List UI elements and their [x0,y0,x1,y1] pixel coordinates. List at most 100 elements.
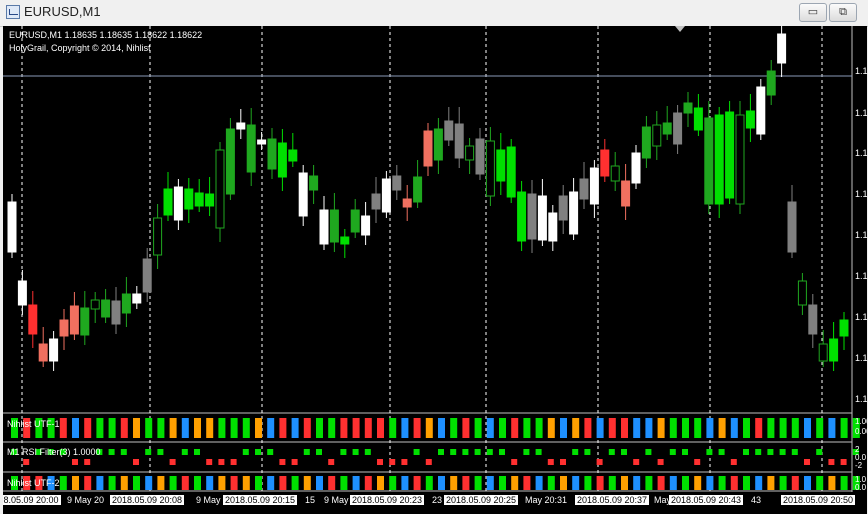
utf1-bar [133,418,140,438]
rsi-dot [133,459,139,465]
utf2-bar [767,476,775,490]
time-label: 2018.05.09 20:25 [444,495,519,505]
time-label: 9 May [196,495,221,505]
candle-body [808,304,818,335]
utf1-bar [584,418,592,438]
candle-body [444,120,454,141]
candle-body [465,145,475,161]
rsi-dot [23,459,30,465]
utf1-bar [572,418,580,438]
utf2-bar [377,476,384,490]
rsi-dot [352,449,359,455]
rsi-dot [682,449,688,455]
rsi-dot [828,459,835,465]
candle-body [38,343,48,362]
rsi-dot [328,459,335,465]
symbol-quote-line: EURUSD,M1 1.18635 1.18635 1.18622 1.1862… [9,30,203,40]
candle-body [756,86,766,135]
rsi-dot [303,449,310,455]
utf2-bar [157,476,165,490]
rsi-dot [657,459,664,465]
rsi-dot [267,449,274,455]
utf2-bar [364,476,372,490]
utf2-bar [560,476,567,490]
candle-body [693,107,703,131]
time-label: 43 [751,495,762,505]
utf2-bar [352,476,360,490]
candle-body [579,178,589,200]
utf1-bar [523,418,531,438]
utf2-bar [328,476,336,490]
utf2-bar [633,476,641,490]
window-title: EURUSD,M1 [24,4,101,19]
chart-area[interactable]: EURUSD,M1 1.18635 1.18635 1.18622 1.1862… [3,26,868,514]
candle-body [839,319,849,337]
utf1-bar [157,418,165,438]
time-axis[interactable]: .8.05.09 20:00 9 May 20 2018.05.09 20:08… [3,492,867,514]
candle-body [725,111,735,199]
candle-body [153,217,163,256]
price-scale[interactable]: 1.1 1.1 1.1 1.1 1.1 1.1 1.1 1.1 1.1 [855,26,867,412]
utf2-bar [730,476,738,490]
utf1-bar [767,418,775,438]
candle-body [589,167,599,205]
utf2-bar [718,476,726,490]
utf1-scale-bottom: 0.00 [855,427,868,436]
utf2-bar [486,476,494,490]
chart-canvas[interactable] [3,26,867,514]
utf1-bar [560,418,567,438]
rsi-dot [706,449,713,455]
candle-body [517,191,527,242]
utf1-bar [486,418,494,438]
time-label: 2018.05.09 20:08 [110,495,185,505]
minimize-button[interactable]: ▭ [799,3,827,22]
candle-body [225,128,235,195]
utf1-indicator-label: Nihlist UTF-1 [7,419,60,429]
time-label: 9 May [324,495,349,505]
candle-body [329,209,339,243]
utf1-bar [218,418,226,438]
rsi-dot [389,459,396,465]
candle-body [621,180,631,207]
utf2-bar [511,476,519,490]
utf1-bar [303,418,311,438]
utf1-bar [389,418,397,438]
candle-body [173,186,183,221]
utf2-bar [645,476,653,490]
rsi-dot [730,459,737,465]
utf2-bar [596,476,604,490]
time-label: May 20:31 [525,495,568,505]
utf1-bar [828,418,836,438]
utf2-bar [340,476,348,490]
utf2-bar [657,476,665,490]
candle-body [381,178,391,213]
utf2-bar [169,476,177,490]
utf2-bar [425,476,433,490]
time-label: 2018.05.09 20:15 [223,495,298,505]
utf2-bar [584,476,592,490]
rsi-dot [194,449,200,455]
title-bar: EURUSD,M1 ▭ ⧉ [0,0,868,27]
time-label: .8.05.09 20:00 [3,495,61,505]
rsi-dot [547,459,554,465]
utf2-bar [133,476,140,490]
candle-body [121,293,131,314]
utf1-scale-top: 1.00 [855,417,868,426]
utf1-bar [145,418,153,438]
utf2-bar [72,476,79,490]
time-label: 2018.05.09 20:37 [575,495,650,505]
candle-body [797,280,807,306]
rsi-dot [669,449,676,455]
shift-marker [675,26,685,32]
rsi-dot [499,449,505,455]
utf1-bar [340,418,348,438]
price-label: 1.1 [855,148,867,158]
candle-body [205,193,215,207]
utf1-bar [499,418,506,438]
rsi-indicator-label: M1 RSI Filter(3) 1.0000 [7,447,101,457]
price-label: 1.1 [855,353,867,363]
price-label: 1.1 [855,189,867,199]
utf2-bar [194,476,201,490]
restore-button[interactable]: ⧉ [829,3,857,22]
rsi-dot [840,459,847,465]
